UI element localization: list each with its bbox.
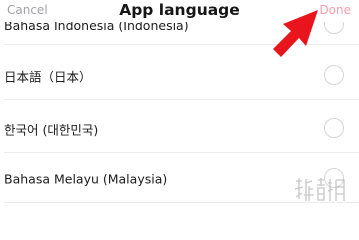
watermark-logo-icon [294,178,345,201]
language-row-korean[interactable]: 한국어 (대한민국) [0,105,359,153]
language-label: Bahasa Melayu (Malaysia) [4,171,168,187]
cancel-button[interactable]: Cancel [7,3,48,17]
done-button[interactable]: Done [319,3,351,17]
red-arrow-annotation-icon [273,10,318,57]
radio-button[interactable] [324,118,344,138]
language-label: 日本語（日本） [4,69,92,85]
row-divider [4,152,359,153]
radio-button[interactable] [324,65,344,85]
row-divider [4,99,359,100]
language-label: 한국어 (대한민국) [4,122,99,138]
app-language-screen: Bahasa Indonesia (Indonesia) 日本語（日本） 한국어… [0,0,359,212]
